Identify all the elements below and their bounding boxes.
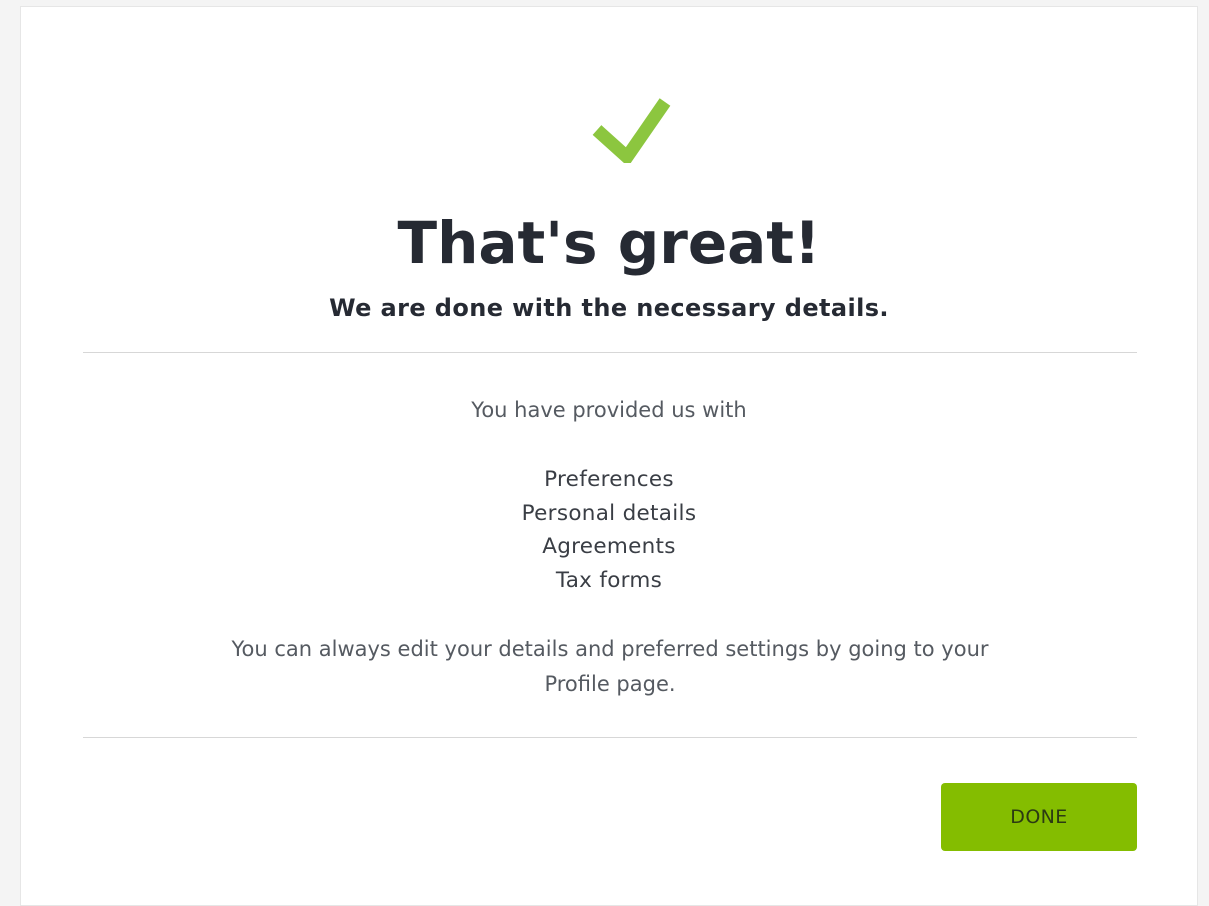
bottom-divider <box>83 737 1137 738</box>
completion-dialog: That's great! We are done with the neces… <box>20 6 1198 906</box>
provided-item-preferences: Preferences <box>544 467 674 492</box>
done-button[interactable]: DONE <box>941 783 1137 851</box>
provided-item-tax-forms: Tax forms <box>555 567 663 593</box>
provided-item-personal-details: Personal details <box>521 500 697 526</box>
checkmark-icon <box>592 98 671 163</box>
provided-items-list: Preferences Personal details Agreements … <box>21 463 1197 597</box>
provided-intro-text: You have provided us with <box>471 398 747 422</box>
provided-item-agreements: Agreements <box>542 534 676 559</box>
profile-edit-note: You can always edit your details and pre… <box>231 637 989 696</box>
dialog-subtitle: We are done with the necessary details. <box>329 294 889 322</box>
dialog-title: That's great! <box>397 209 821 277</box>
top-divider <box>83 352 1137 353</box>
